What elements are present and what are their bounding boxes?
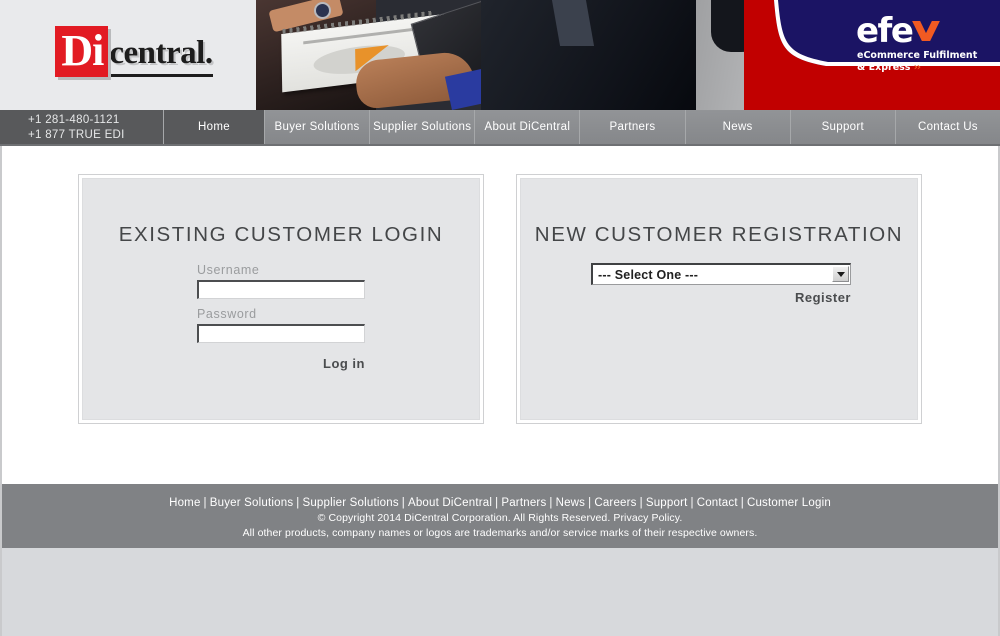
logo-central-text: central.	[109, 36, 213, 77]
footer-link-partners[interactable]: Partners	[501, 497, 546, 509]
banner-person-center	[481, 0, 716, 110]
footer-link-careers[interactable]: Careers	[594, 497, 636, 509]
nav-item-about-dicentral[interactable]: About DiCentral	[475, 110, 581, 144]
footer-link-news[interactable]: News	[556, 497, 586, 509]
nav-item-supplier-solutions[interactable]: Supplier Solutions	[370, 110, 476, 144]
footer-link-about-dicentral[interactable]: About DiCentral	[408, 497, 492, 509]
footer-separator: |	[549, 497, 553, 509]
customer-type-select-value: --- Select One ---	[598, 267, 699, 282]
password-label: Password	[197, 307, 257, 321]
nav-item-contact-us[interactable]: Contact Us	[895, 110, 1000, 144]
footer-link-support[interactable]: Support	[646, 497, 688, 509]
phone-secondary: +1 877 TRUE EDI	[28, 129, 125, 141]
footer-separator: |	[203, 497, 207, 509]
login-form: Username Password Log in	[197, 263, 365, 371]
efex-x-icon	[913, 18, 940, 45]
main-content: EXISTING CUSTOMER LOGIN Username Passwor…	[0, 146, 1000, 484]
chevron-down-icon[interactable]	[832, 266, 849, 282]
nav-item-partners[interactable]: Partners	[580, 110, 686, 144]
footer-separator: |	[588, 497, 592, 509]
username-input[interactable]	[197, 280, 365, 299]
phone-primary: +1 281-480-1121	[28, 114, 120, 126]
banner-watch	[314, 2, 331, 19]
footer-separator: |	[690, 497, 694, 509]
dicentral-logo[interactable]: Di central.	[55, 25, 213, 77]
register-button[interactable]: Register	[591, 290, 851, 305]
efex-logo: efe	[856, 14, 940, 48]
efex-wordmark: efe	[856, 11, 914, 51]
nav-item-home[interactable]: Home	[164, 110, 265, 144]
efex-tagline-line2: & Express	[857, 62, 911, 73]
footer-link-supplier-solutions[interactable]: Supplier Solutions	[302, 497, 398, 509]
footer-separator: |	[740, 497, 744, 509]
login-panel-title: EXISTING CUSTOMER LOGIN	[118, 223, 444, 246]
nav-item-news[interactable]: News	[685, 110, 791, 144]
registration-panel-title: NEW CUSTOMER REGISTRATION	[534, 223, 904, 246]
banner-document-line	[303, 27, 413, 45]
footer-separator: |	[639, 497, 643, 509]
footer-trademark-notice: All other products, company names or log…	[242, 527, 758, 539]
footer-link-home[interactable]: Home	[169, 497, 200, 509]
username-label: Username	[197, 263, 260, 277]
site-header: Di central. efe eCommerce Fulfilment & E…	[0, 0, 1000, 110]
registration-form: --- Select One --- Register	[591, 263, 851, 305]
page-root: Di central. efe eCommerce Fulfilment & E…	[0, 0, 1000, 636]
main-navigation: +1 281-480-1121 +1 877 TRUE EDI Home Buy…	[0, 110, 1000, 146]
efex-chevron-icon: ››	[913, 62, 921, 73]
site-footer: Home | Buyer Solutions | Supplier Solutions |…	[0, 484, 1000, 548]
footer-link-customer-login[interactable]: Customer Login	[747, 497, 831, 509]
contact-phone-block: +1 281-480-1121 +1 877 TRUE EDI	[0, 110, 164, 144]
password-input[interactable]	[197, 324, 365, 343]
footer-separator: |	[495, 497, 499, 509]
nav-item-buyer-solutions[interactable]: Buyer Solutions	[265, 110, 371, 144]
efex-watermark: efe eCommerce Fulfilment & Express ››	[744, 0, 1000, 110]
page-background-area	[0, 548, 1000, 636]
footer-separator: |	[401, 497, 405, 509]
efex-tagline: eCommerce Fulfilment & Express ››	[857, 50, 987, 74]
new-customer-registration-panel: NEW CUSTOMER REGISTRATION --- Select One…	[516, 174, 922, 424]
footer-copyright: © Copyright 2014 DiCentral Corporation. …	[317, 512, 683, 524]
logo-di-mark: Di	[55, 25, 109, 77]
login-button[interactable]: Log in	[197, 356, 365, 371]
nav-item-support[interactable]: Support	[790, 110, 896, 144]
logo-area: Di central.	[0, 0, 256, 110]
footer-links: Home | Buyer Solutions | Supplier Solutions |…	[2, 495, 998, 511]
caret-glyph	[836, 271, 845, 277]
customer-type-select[interactable]: --- Select One ---	[591, 263, 851, 285]
panels-row: EXISTING CUSTOMER LOGIN Username Passwor…	[2, 146, 998, 424]
existing-customer-login-panel: EXISTING CUSTOMER LOGIN Username Passwor…	[78, 174, 484, 424]
efex-tagline-line1: eCommerce Fulfilment	[857, 50, 978, 61]
footer-link-buyer-solutions[interactable]: Buyer Solutions	[210, 497, 294, 509]
footer-link-contact[interactable]: Contact	[697, 497, 738, 509]
